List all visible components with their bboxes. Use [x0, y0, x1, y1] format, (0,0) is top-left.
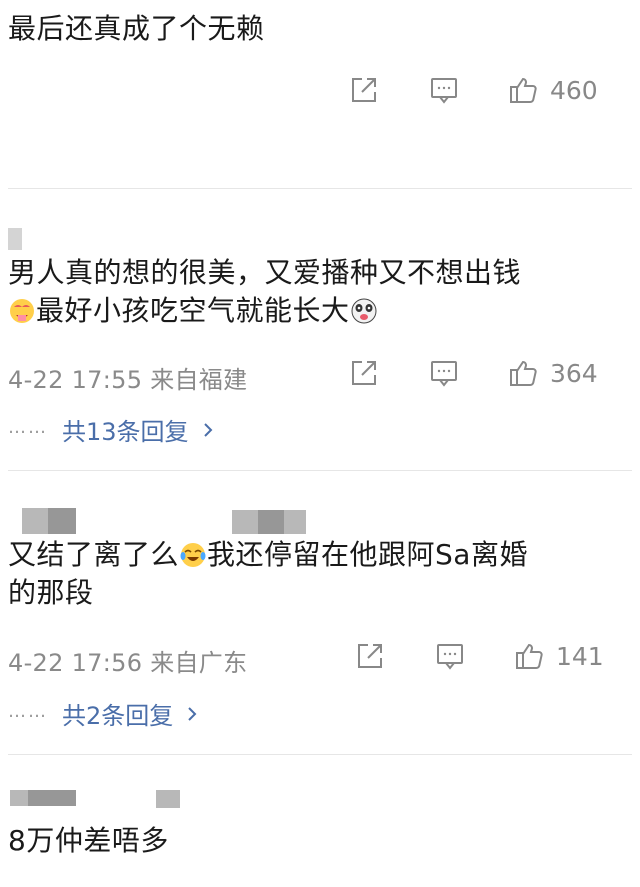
comment-text-part: 最好小孩吃空气就能长大: [36, 294, 350, 327]
username-redacted: [28, 790, 76, 806]
replies-label: 共13条回复: [62, 418, 189, 446]
reply-dots: ……: [8, 701, 48, 722]
reply-dots: ……: [8, 417, 48, 438]
comment-actions: 460: [348, 70, 618, 110]
like-button[interactable]: 141: [514, 636, 604, 676]
like-button[interactable]: 364: [508, 353, 598, 393]
chevron-right-icon: [203, 422, 212, 437]
divider: [8, 470, 632, 471]
comment-text-line: 男人真的想的很美，又爱播种又不想出钱: [8, 256, 522, 289]
panda-emoji-icon: [351, 298, 377, 324]
comment-text-line: 的那段: [8, 576, 94, 609]
replies-link[interactable]: …… 共2条回复: [8, 696, 199, 731]
comment-actions: 141: [348, 636, 618, 676]
replies-label: 共2条回复: [62, 702, 174, 730]
share-icon: [358, 644, 382, 668]
comment-icon: [431, 78, 457, 104]
comment-icon: [437, 644, 463, 670]
share-button[interactable]: [348, 353, 380, 393]
comment-actions: 364: [348, 353, 618, 393]
avatar: [8, 228, 22, 250]
comment-text: 最后还真成了个无赖: [8, 12, 265, 45]
comment-text: 又结了离了么 我还停留在他跟阿Sa离婚 的那段: [8, 536, 628, 612]
username-redacted: [48, 508, 76, 534]
username-redacted: [232, 510, 258, 534]
username-redacted: [22, 508, 48, 534]
comment-text-part: 又结了离了么: [8, 538, 180, 571]
like-count: 364: [550, 358, 598, 388]
comment-text-part: 我还停留在他跟阿Sa离婚: [207, 538, 528, 571]
thumbs-up-icon: [510, 77, 537, 103]
like-count: 141: [556, 641, 604, 671]
comment-meta: 4-22 17:56 来自广东: [8, 649, 248, 677]
thumbs-up-icon: [516, 643, 543, 669]
share-button[interactable]: [348, 70, 380, 110]
replies-link[interactable]: …… 共13条回复: [8, 412, 215, 447]
username-redacted: [10, 790, 28, 806]
username-redacted: [284, 510, 306, 534]
share-icon: [352, 361, 376, 385]
username-redacted: [156, 790, 180, 808]
comment-button[interactable]: [434, 636, 466, 676]
hot-face-emoji-icon: [10, 299, 34, 323]
chevron-right-icon: [188, 706, 197, 721]
comment-button[interactable]: [428, 353, 460, 393]
comment-text-line: 最好小孩吃空气就能长大: [8, 292, 628, 330]
comment-button[interactable]: [428, 70, 460, 110]
comment-text: 8万仲差唔多: [8, 824, 169, 857]
divider: [8, 754, 632, 755]
share-button[interactable]: [354, 636, 386, 676]
comment-text-line: 又结了离了么 我还停留在他跟阿Sa离婚: [8, 536, 628, 574]
like-count: 460: [550, 75, 598, 105]
crying-laughing-emoji-icon: [180, 543, 206, 567]
thumbs-up-icon: [510, 360, 537, 386]
comment-meta: 4-22 17:55 来自福建: [8, 366, 248, 394]
like-button[interactable]: 460: [508, 70, 598, 110]
comment-icon: [431, 361, 457, 387]
share-icon: [352, 78, 376, 102]
divider: [8, 188, 632, 189]
comment-text: 男人真的想的很美，又爱播种又不想出钱 最好小孩吃空气就能长大: [8, 254, 628, 330]
username-redacted: [258, 510, 284, 534]
